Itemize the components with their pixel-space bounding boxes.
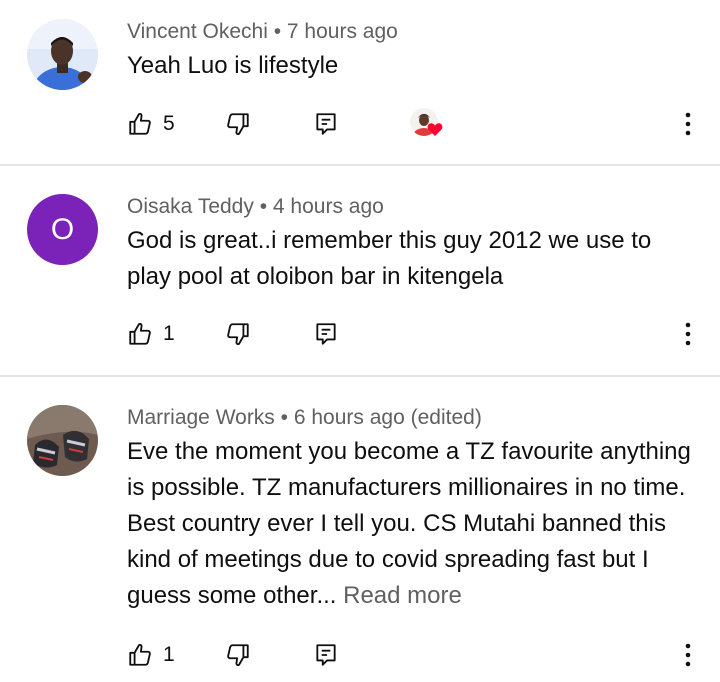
comment-meta: Marriage Works • 6 hours ago (edited) — [127, 404, 482, 432]
reply-icon — [316, 113, 336, 135]
dislike-button[interactable] — [225, 642, 251, 668]
avatar[interactable] — [27, 405, 98, 476]
meta-separator: • — [273, 20, 282, 43]
avatar-photo — [27, 405, 98, 476]
comment-item: Marriage Works • 6 hours ago (edited) Ev… — [0, 377, 720, 682]
reply-icon — [316, 323, 336, 345]
more-vertical-icon — [685, 112, 691, 136]
reply-icon — [316, 644, 336, 666]
thumbs-up-icon — [129, 112, 151, 135]
more-vertical-icon — [685, 322, 691, 346]
more-options-button[interactable] — [676, 641, 700, 669]
thumbs-down-icon — [227, 644, 249, 667]
author-name[interactable]: Oisaka Teddy — [127, 195, 254, 218]
comment-item: Vincent Okechi • 7 hours ago Yeah Luo is… — [0, 0, 720, 164]
like-button[interactable]: 1 — [127, 321, 175, 347]
comment-time[interactable]: 4 hours ago — [273, 195, 384, 218]
comment-meta: Oisaka Teddy • 4 hours ago — [127, 193, 384, 221]
reply-button[interactable] — [313, 642, 339, 668]
dislike-button[interactable] — [225, 321, 251, 347]
more-vertical-icon — [685, 643, 691, 667]
like-count: 5 — [163, 112, 175, 135]
comment-meta: Vincent Okechi • 7 hours ago — [127, 18, 398, 46]
comment-text: Eve the moment you become a TZ favourite… — [127, 434, 695, 614]
reply-button[interactable] — [313, 111, 339, 137]
thumbs-down-icon — [227, 113, 249, 136]
dislike-button[interactable] — [225, 111, 251, 137]
comment-text: Yeah Luo is lifestyle — [127, 52, 339, 79]
meta-separator: • — [259, 195, 268, 218]
avatar-photo — [27, 19, 98, 90]
more-options-button[interactable] — [676, 110, 700, 138]
comment-item: O Oisaka Teddy • 4 hours ago God is grea… — [0, 166, 720, 374]
like-count: 1 — [163, 643, 175, 666]
more-options-button[interactable] — [676, 320, 700, 348]
read-more-link[interactable]: Read more — [343, 582, 462, 609]
avatar[interactable] — [27, 19, 98, 90]
like-count: 1 — [163, 322, 175, 345]
comment-time[interactable]: 7 hours ago — [287, 20, 398, 43]
like-button[interactable]: 5 — [127, 111, 175, 137]
meta-separator: • — [280, 406, 289, 429]
reply-button[interactable] — [313, 321, 339, 347]
avatar-letter: O — [50, 212, 75, 246]
comment-time[interactable]: 6 hours ago (edited) — [294, 406, 482, 429]
like-button[interactable]: 1 — [127, 642, 175, 668]
creator-heart-badge — [410, 108, 444, 142]
thumbs-down-icon — [227, 323, 249, 346]
avatar[interactable]: O — [27, 194, 98, 265]
author-name[interactable]: Marriage Works — [127, 406, 275, 429]
thumbs-up-icon — [129, 322, 151, 345]
heart-icon — [427, 123, 443, 136]
thumbs-up-icon — [129, 643, 151, 666]
comment-text: God is great..i remember this guy 2012 w… — [127, 227, 652, 290]
author-name[interactable]: Vincent Okechi — [127, 20, 268, 43]
